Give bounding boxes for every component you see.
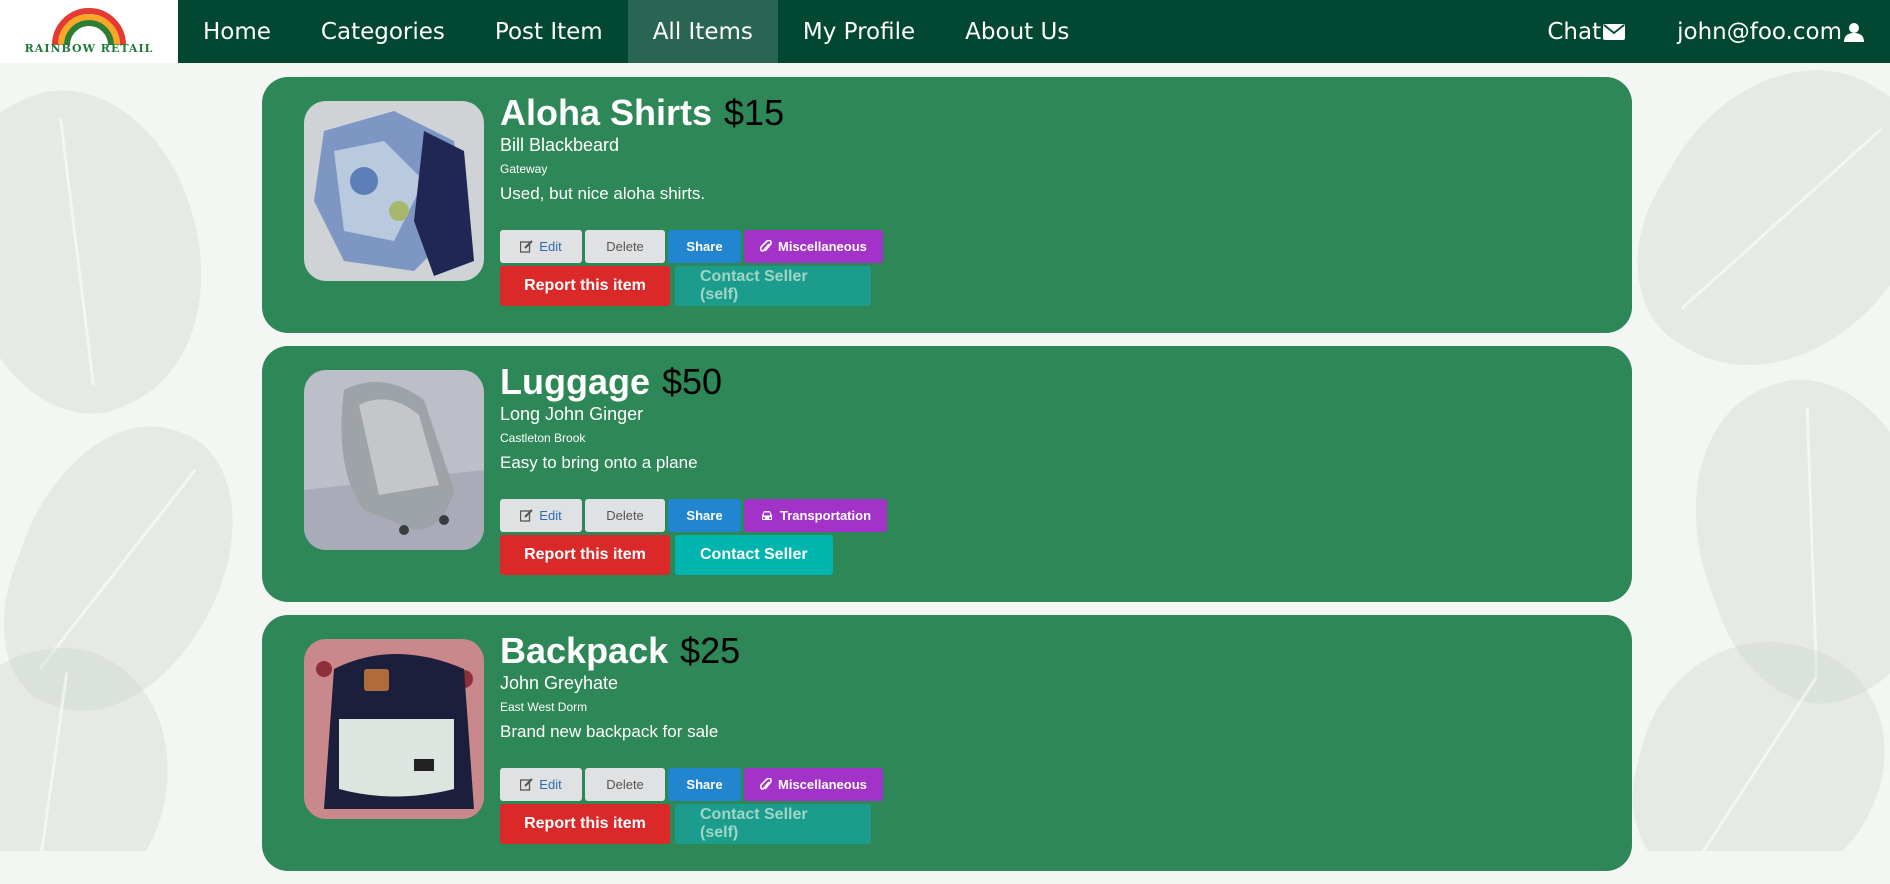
nav-item-post-item[interactable]: Post Item [470,0,628,63]
nav-item-categories[interactable]: Categories [296,0,470,63]
item-description: Used, but nice aloha shirts. [500,184,706,203]
car-icon [762,510,772,520]
paperclip-icon [760,239,772,252]
share-button[interactable]: Share [668,230,741,263]
edit-button[interactable]: Edit [500,230,582,263]
chat-label: Chat [1547,18,1602,45]
delete-button[interactable]: Delete [585,499,665,532]
nav-item-user[interactable]: john@foo.com [1651,0,1890,63]
item-location: Gateway [500,162,548,176]
item-image-luggage[interactable] [304,370,484,550]
edit-button[interactable]: Edit [500,768,582,801]
edit-icon [520,509,534,522]
item-description: Brand new backpack for sale [500,722,719,741]
nav-item-all-items[interactable]: All Items [627,0,778,63]
top-navbar: RAINBOW RETAIL Home Categories Post Item… [0,0,1890,63]
nav-item-about-us[interactable]: About Us [940,0,1094,63]
item-seller: Bill Blackbeard [500,135,620,155]
report-item-button[interactable]: Report this item [500,266,670,306]
aloha-shirts-photo [304,101,484,281]
contact-seller-button[interactable]: Contact Seller [675,535,833,575]
report-item-button[interactable]: Report this item [500,535,670,575]
brand-name: RAINBOW RETAIL [24,42,154,55]
luggage-photo [304,370,484,550]
item-info: Aloha Shirts $15 Bill Blackbeard Gateway… [500,92,883,306]
user-email: john@foo.com [1677,18,1842,45]
edit-label: Edit [539,777,562,792]
share-button[interactable]: Share [668,768,741,801]
contact-seller-button[interactable]: Contact Seller (self) [675,266,871,306]
item-card: Luggage $50 Long John Ginger Castleton B… [262,346,1632,602]
nav-item-chat[interactable]: Chat [1521,0,1651,63]
edit-icon [520,240,534,253]
delete-button[interactable]: Delete [585,768,665,801]
item-card: Backpack $25 John Greyhate East West Dor… [262,615,1632,871]
envelope-icon [1603,23,1626,40]
item-price: $15 [724,92,785,133]
category-button[interactable]: Miscellaneous [744,230,883,263]
user-icon [1844,22,1864,42]
share-button[interactable]: Share [668,499,741,532]
item-price: $25 [680,630,741,671]
item-image-backpack[interactable] [304,639,484,819]
category-button[interactable]: Transportation [744,499,888,532]
item-image-aloha-shirts[interactable] [304,101,484,281]
report-item-button[interactable]: Report this item [500,804,670,844]
nav-item-my-profile[interactable]: My Profile [778,0,940,63]
item-info: Luggage $50 Long John Ginger Castleton B… [500,361,888,575]
item-name: Luggage [500,361,650,402]
item-description: Easy to bring onto a plane [500,453,698,472]
nav-item-home[interactable]: Home [178,0,296,63]
item-seller: Long John Ginger [500,404,644,424]
edit-icon [520,778,534,791]
item-card: Aloha Shirts $15 Bill Blackbeard Gateway… [262,77,1632,333]
nav-right-menu: Chat john@foo.com [1521,0,1890,63]
item-info: Backpack $25 John Greyhate East West Dor… [500,630,883,844]
edit-label: Edit [539,508,562,523]
item-price: $50 [662,361,723,402]
item-location: East West Dorm [500,700,588,714]
item-seller: John Greyhate [500,673,619,693]
category-label: Miscellaneous [778,777,867,792]
item-name: Aloha Shirts [500,92,713,133]
edit-label: Edit [539,239,562,254]
paperclip-icon [760,777,772,790]
category-label: Miscellaneous [778,239,867,254]
brand-logo[interactable]: RAINBOW RETAIL [0,0,178,63]
edit-button[interactable]: Edit [500,499,582,532]
item-list: Aloha Shirts $15 Bill Blackbeard Gateway… [262,77,1632,884]
delete-button[interactable]: Delete [585,230,665,263]
item-location: Castleton Brook [500,431,586,445]
category-label: Transportation [780,508,872,523]
category-button[interactable]: Miscellaneous [744,768,883,801]
item-name: Backpack [500,630,669,671]
backpack-photo [304,639,484,819]
contact-seller-button[interactable]: Contact Seller (self) [675,804,871,844]
nav-menu: Home Categories Post Item All Items My P… [178,0,1094,63]
